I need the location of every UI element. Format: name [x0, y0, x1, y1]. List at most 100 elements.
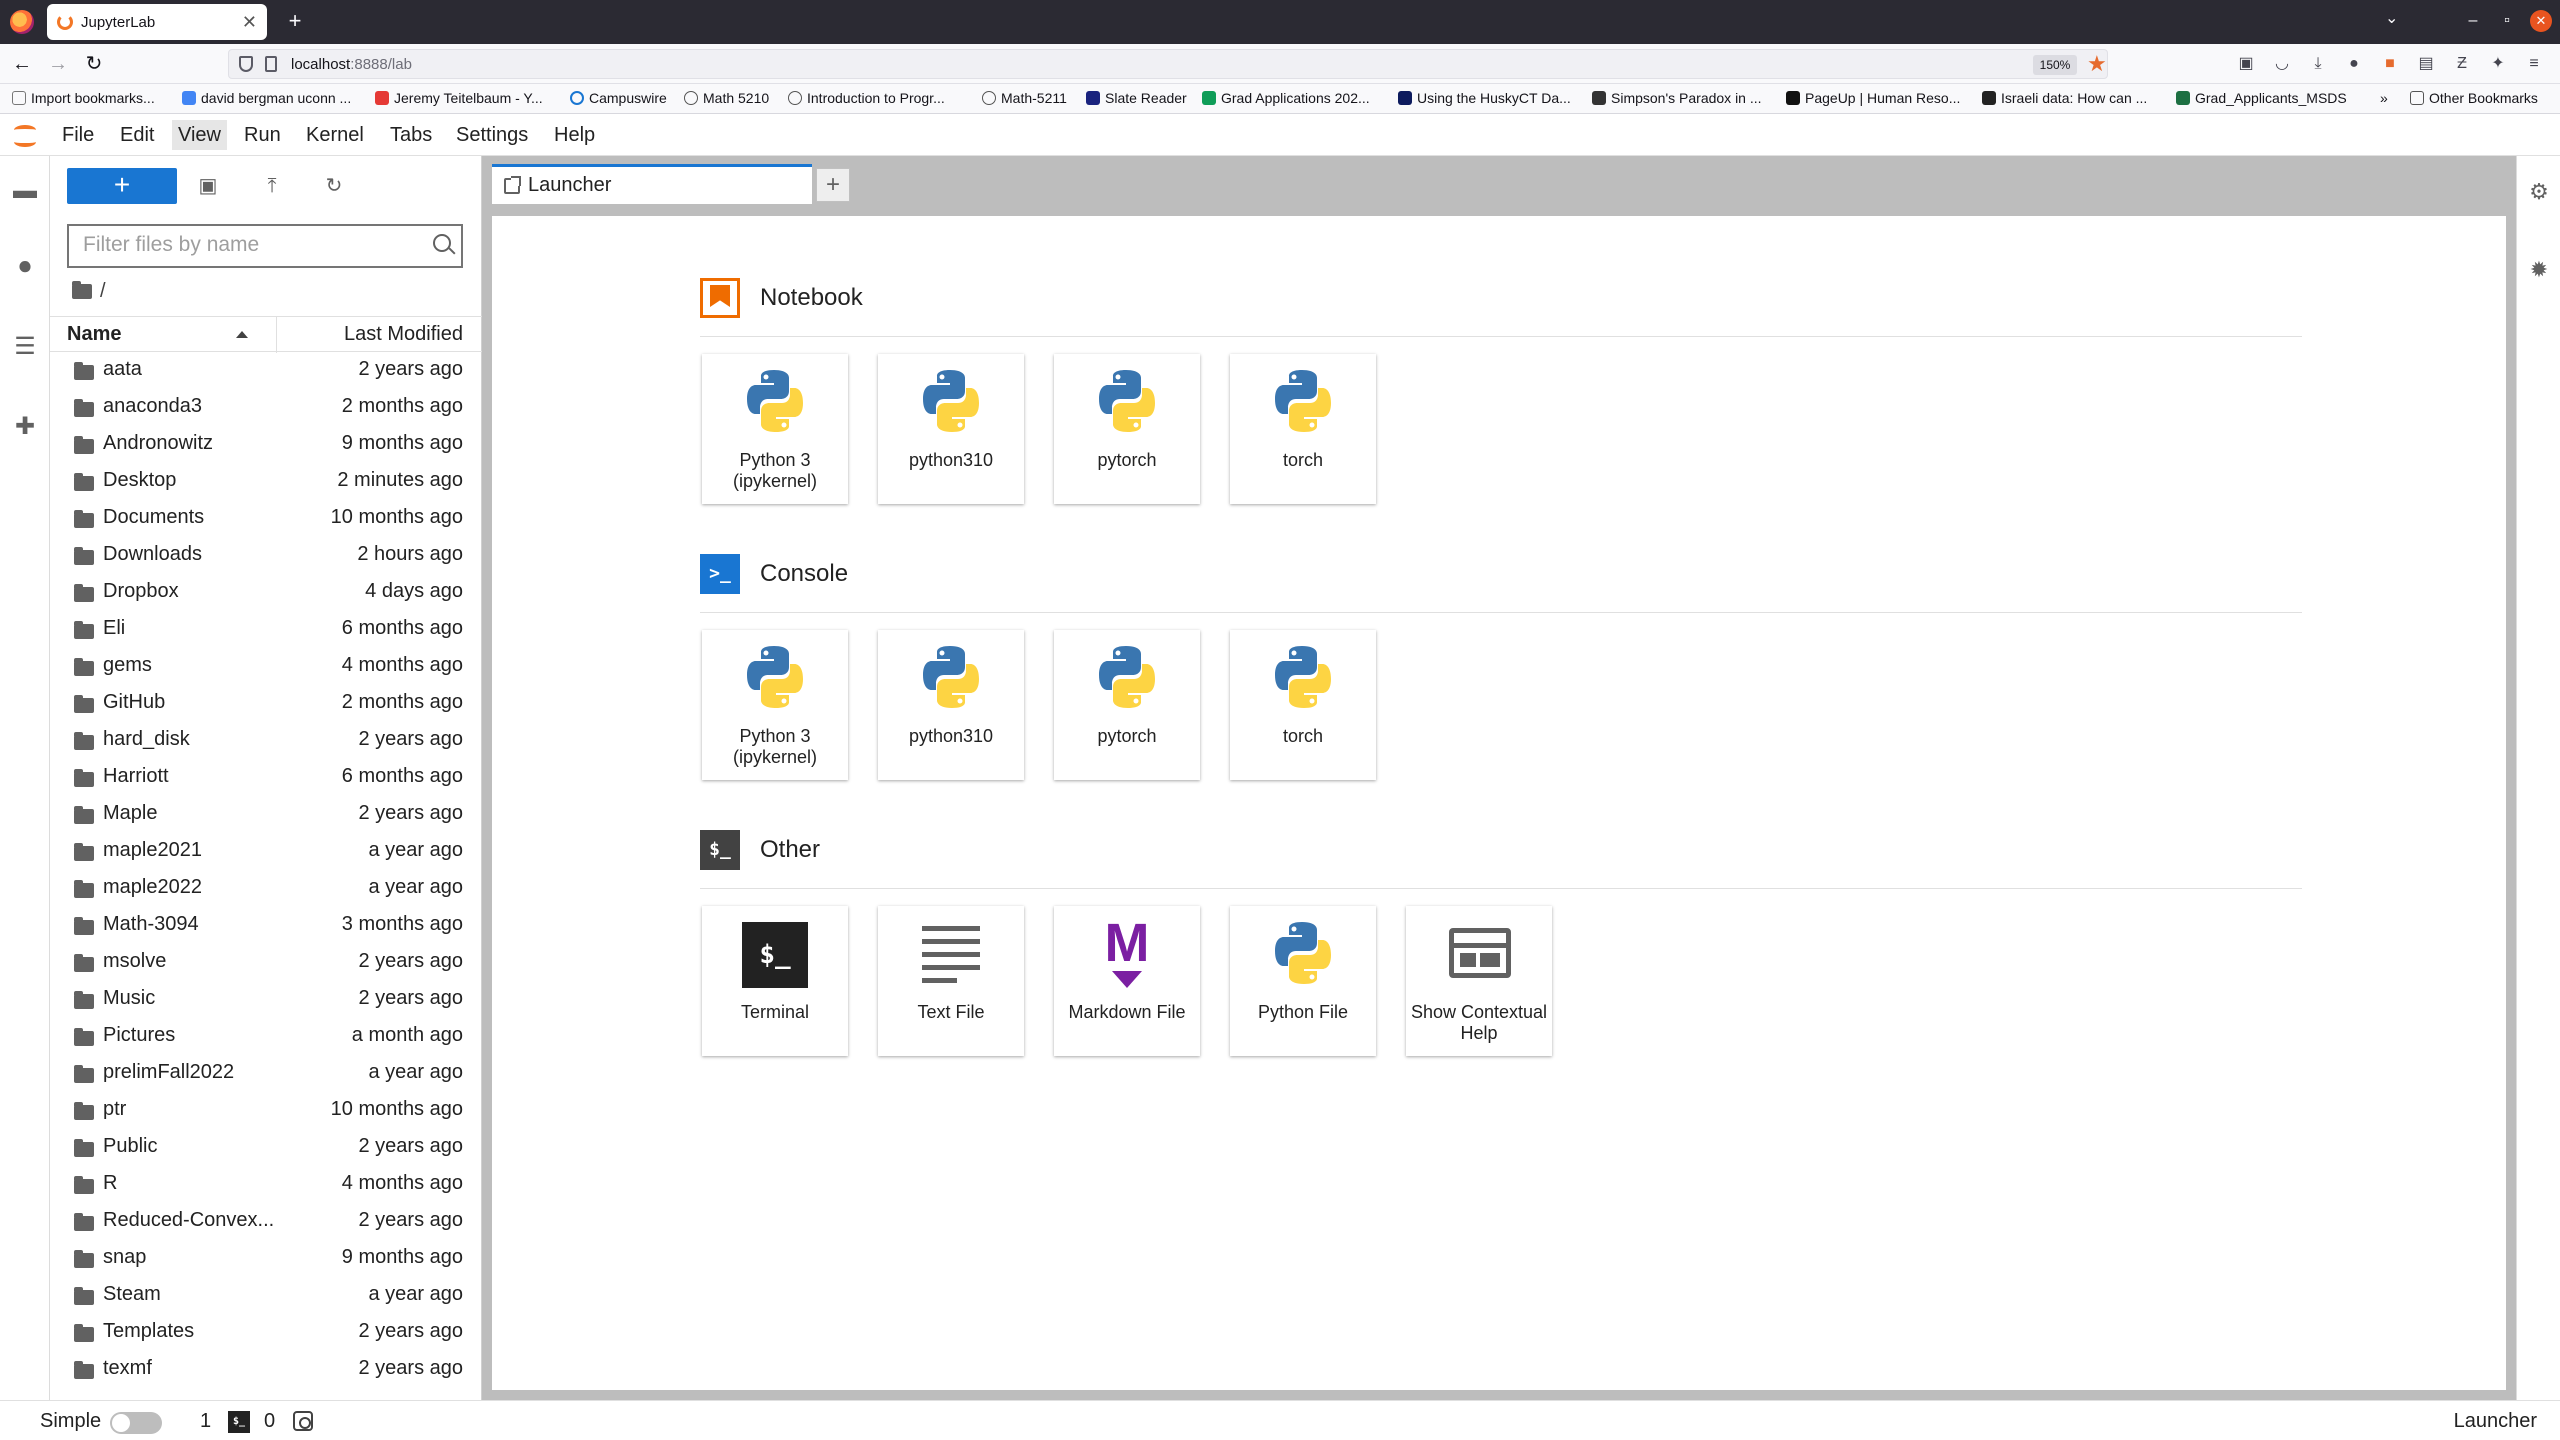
downloads-icon[interactable]: ⤓: [2308, 54, 2328, 74]
notebook-kernel-card[interactable]: torch: [1230, 354, 1376, 504]
forward-arrow-icon[interactable]: →: [44, 50, 72, 78]
refresh-icon[interactable]: ↻: [320, 172, 348, 200]
launcher-card-terminal[interactable]: $_ Terminal: [702, 906, 848, 1056]
bookmark-item[interactable]: Campuswire: [570, 90, 667, 106]
file-row[interactable]: texmf 2 years ago: [50, 1351, 482, 1388]
menu-view[interactable]: View: [172, 120, 227, 150]
breadcrumb[interactable]: /: [72, 280, 106, 303]
console-kernel-card[interactable]: python310: [878, 630, 1024, 780]
bookmark-item[interactable]: Math 5210: [684, 90, 769, 106]
file-row[interactable]: Andronowitz 9 months ago: [50, 426, 482, 463]
new-folder-icon[interactable]: ▣: [194, 172, 222, 200]
launcher-card-markdown-file[interactable]: M Markdown File: [1054, 906, 1200, 1056]
url-bar[interactable]: localhost:8888/lab 150% ★: [228, 49, 2108, 79]
console-kernel-card[interactable]: pytorch: [1054, 630, 1200, 780]
notebook-kernel-card[interactable]: Python 3 (ipykernel): [702, 354, 848, 504]
terminal-count[interactable]: 1: [200, 1410, 211, 1433]
sort-ascending-icon[interactable]: [236, 331, 248, 338]
menu-file[interactable]: File: [56, 120, 100, 150]
file-row[interactable]: Eli 6 months ago: [50, 611, 482, 648]
file-row[interactable]: GitHub 2 months ago: [50, 685, 482, 722]
bookmark-item[interactable]: Grad Applications 202...: [1202, 90, 1370, 106]
extension-manager-icon[interactable]: ✚: [10, 412, 40, 442]
bookmark-item[interactable]: PageUp | Human Reso...: [1786, 90, 1960, 106]
menu-settings[interactable]: Settings: [450, 120, 534, 150]
file-row[interactable]: Templates 2 years ago: [50, 1314, 482, 1351]
kernel-status-icon[interactable]: [293, 1411, 313, 1431]
menu-run[interactable]: Run: [238, 120, 287, 150]
file-row[interactable]: gems 4 months ago: [50, 648, 482, 685]
launcher-card-text-file[interactable]: Text File: [878, 906, 1024, 1056]
maximize-window-icon[interactable]: ▫: [2496, 10, 2518, 32]
file-row[interactable]: Harriott 6 months ago: [50, 759, 482, 796]
column-name-header[interactable]: Name: [67, 323, 121, 346]
pocket-icon[interactable]: ◡: [2272, 54, 2292, 74]
bookmark-item[interactable]: Jeremy Teitelbaum - Y...: [375, 90, 543, 106]
launcher-card-contextual-help[interactable]: Show Contextual Help: [1406, 906, 1552, 1056]
list-tabs-icon[interactable]: ⌄: [2385, 8, 2398, 28]
extension-dark-icon[interactable]: ●: [2344, 54, 2364, 74]
console-kernel-card[interactable]: torch: [1230, 630, 1376, 780]
extensions-puzzle-icon[interactable]: ✦: [2488, 54, 2508, 74]
column-last-modified-header[interactable]: Last Modified: [344, 323, 463, 346]
file-row[interactable]: Dropbox 4 days ago: [50, 574, 482, 611]
browser-tab-jupyterlab[interactable]: JupyterLab ✕: [47, 4, 267, 40]
extension-zotero-icon[interactable]: Ƶ: [2452, 54, 2472, 74]
minimize-window-icon[interactable]: –: [2462, 10, 2484, 32]
back-arrow-icon[interactable]: ←: [8, 50, 36, 78]
file-row[interactable]: msolve 2 years ago: [50, 944, 482, 981]
firefox-icon[interactable]: [10, 10, 34, 34]
folder-icon[interactable]: [72, 281, 92, 299]
file-row[interactable]: Math-3094 3 months ago: [50, 907, 482, 944]
url-text[interactable]: localhost:8888/lab: [291, 56, 412, 73]
new-tab-button[interactable]: +: [280, 6, 310, 36]
file-row[interactable]: Downloads 2 hours ago: [50, 537, 482, 574]
bookmark-star-icon[interactable]: ★: [2087, 51, 2107, 77]
debugger-bug-icon[interactable]: ✹: [2527, 258, 2551, 282]
file-row[interactable]: Desktop 2 minutes ago: [50, 463, 482, 500]
collections-icon[interactable]: ▣: [2236, 54, 2256, 74]
file-row[interactable]: Documents 10 months ago: [50, 500, 482, 537]
tab-launcher[interactable]: Launcher: [492, 164, 812, 204]
file-row[interactable]: maple2021 a year ago: [50, 833, 482, 870]
upload-icon[interactable]: ⤒: [258, 172, 286, 200]
new-launcher-button[interactable]: +: [67, 168, 177, 204]
close-window-icon[interactable]: ✕: [2530, 10, 2552, 32]
reload-icon[interactable]: ↻: [80, 50, 108, 78]
filter-files-field[interactable]: [67, 224, 463, 268]
file-row[interactable]: Reduced-Convex... 2 years ago: [50, 1203, 482, 1240]
bookmark-item[interactable]: Simpson's Paradox in ...: [1592, 90, 1762, 106]
property-inspector-gears-icon[interactable]: ⚙: [2527, 180, 2551, 204]
bookmark-item[interactable]: Slate Reader: [1086, 90, 1187, 106]
filter-files-input[interactable]: [81, 226, 411, 264]
file-row[interactable]: Pictures a month ago: [50, 1018, 482, 1055]
menu-kernel[interactable]: Kernel: [300, 120, 370, 150]
file-row[interactable]: hard_disk 2 years ago: [50, 722, 482, 759]
bookmark-item[interactable]: Introduction to Progr...: [788, 90, 945, 106]
file-row[interactable]: maple2022 a year ago: [50, 870, 482, 907]
notebook-kernel-card[interactable]: python310: [878, 354, 1024, 504]
file-row[interactable]: R 4 months ago: [50, 1166, 482, 1203]
notebook-kernel-card[interactable]: pytorch: [1054, 354, 1200, 504]
bookmark-item[interactable]: Import bookmarks...: [12, 90, 155, 106]
file-browser-icon[interactable]: ▬: [10, 176, 40, 206]
file-row[interactable]: snap 9 months ago: [50, 1240, 482, 1277]
launcher-card-python-file[interactable]: Python File: [1230, 906, 1376, 1056]
file-row[interactable]: Steam a year ago: [50, 1277, 482, 1314]
page-info-icon[interactable]: [265, 56, 277, 72]
file-row[interactable]: prelimFall2022 a year ago: [50, 1055, 482, 1092]
console-kernel-card[interactable]: Python 3 (ipykernel): [702, 630, 848, 780]
zoom-level-badge[interactable]: 150%: [2033, 55, 2077, 75]
terminal-status-icon[interactable]: $_: [228, 1411, 250, 1433]
close-tab-icon[interactable]: ✕: [242, 12, 257, 33]
menu-tabs[interactable]: Tabs: [384, 120, 438, 150]
kernel-count[interactable]: 0: [264, 1410, 275, 1433]
column-divider[interactable]: [276, 317, 277, 353]
running-sessions-icon[interactable]: ⏺: [10, 252, 40, 282]
extension-image-icon[interactable]: ▤: [2416, 54, 2436, 74]
bookmark-item[interactable]: Using the HuskyCT Da...: [1398, 90, 1571, 106]
bookmark-item[interactable]: david bergman uconn ...: [182, 90, 351, 106]
new-launcher-tab-button[interactable]: +: [816, 168, 850, 202]
bookmark-item[interactable]: Grad_Applicants_MSDS: [2176, 90, 2347, 106]
table-of-contents-icon[interactable]: ☰: [10, 332, 40, 362]
